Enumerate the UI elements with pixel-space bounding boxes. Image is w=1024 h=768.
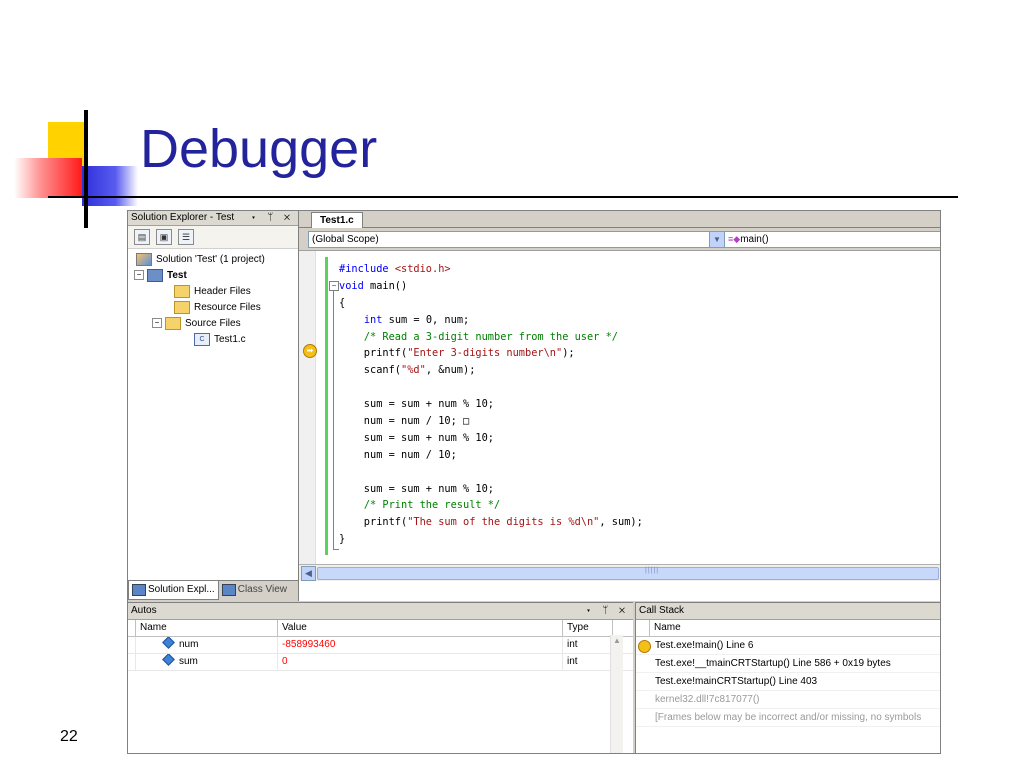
method-icon: ≡◆ bbox=[728, 234, 741, 244]
class-view-icon bbox=[221, 584, 236, 596]
code-line[interactable] bbox=[339, 464, 643, 481]
collapse-icon[interactable]: − bbox=[329, 281, 339, 291]
code-area[interactable]: − ➡ #include <stdio.h> void main(){ int s… bbox=[299, 251, 940, 581]
code-line[interactable]: void main() bbox=[339, 278, 643, 295]
project-icon bbox=[147, 268, 163, 282]
code-line[interactable]: { bbox=[339, 295, 643, 312]
autos-title: Autos bbox=[131, 605, 157, 616]
open-folder-icon bbox=[165, 316, 181, 330]
folder-icon bbox=[174, 300, 190, 314]
column-type[interactable]: Type bbox=[563, 620, 613, 636]
column-value[interactable]: Value bbox=[278, 620, 563, 636]
decoration-horizontal-line bbox=[48, 196, 958, 198]
code-line[interactable]: #include <stdio.h> bbox=[339, 261, 643, 278]
slide-number: 22 bbox=[60, 728, 78, 745]
code-line[interactable]: sum = sum + num % 10; bbox=[339, 481, 643, 498]
solution-explorer-titlebar[interactable]: Solution Explorer - Test ▾ ᛘ ✕ bbox=[128, 211, 298, 226]
solution-tree: Solution 'Test' (1 project) − Test Header… bbox=[128, 249, 298, 348]
folder-icon bbox=[174, 284, 190, 298]
decoration-red-bar bbox=[14, 158, 82, 198]
call-stack-frame[interactable]: [Frames below may be incorrect and/or mi… bbox=[636, 709, 940, 727]
properties-icon[interactable]: ▤ bbox=[134, 229, 150, 245]
breakpoint-gutter[interactable] bbox=[299, 251, 316, 581]
code-line[interactable]: printf("The sum of the digits is %d\n", … bbox=[339, 514, 643, 531]
call-stack-header: Name bbox=[636, 620, 940, 637]
tree-item-resource-files[interactable]: Resource Files bbox=[128, 300, 298, 316]
collapse-icon[interactable]: − bbox=[134, 270, 144, 281]
chevron-down-icon[interactable]: ▼ bbox=[709, 232, 724, 247]
document-tabs: Test1.c bbox=[299, 211, 940, 228]
code-line[interactable]: int sum = 0, num; bbox=[339, 312, 643, 329]
pane-window-buttons[interactable]: ▾ ᛘ ✕ bbox=[250, 211, 294, 225]
solution-explorer-icon bbox=[132, 584, 146, 596]
call-stack-titlebar[interactable]: Call Stack bbox=[636, 603, 940, 620]
solution-explorer-tabs: Solution Expl... Class View bbox=[128, 580, 298, 601]
navigation-bar: (Global Scope) ▼ ≡◆main() bbox=[299, 228, 940, 251]
outline-end bbox=[333, 549, 339, 550]
visual-studio-window: Solution Explorer - Test ▾ ᛘ ✕ ▤ ▣ ☰ Sol… bbox=[127, 210, 941, 754]
code-editor-pane: Test1.c (Global Scope) ▼ ≡◆main() − ➡ #i… bbox=[299, 211, 940, 601]
c-file-icon: C bbox=[194, 332, 210, 346]
collapse-icon[interactable]: − bbox=[152, 318, 162, 329]
call-stack-frame[interactable]: Test.exe!main() Line 6 bbox=[636, 637, 940, 655]
show-all-files-icon[interactable]: ▣ bbox=[156, 229, 172, 245]
call-stack-title: Call Stack bbox=[639, 605, 685, 616]
variable-icon bbox=[162, 654, 175, 666]
code-line[interactable]: sum = sum + num % 10; bbox=[339, 396, 643, 413]
changed-lines-indicator bbox=[325, 257, 328, 555]
tab-test1-c[interactable]: Test1.c bbox=[311, 212, 363, 228]
horizontal-scrollbar[interactable]: ◀ ||||| bbox=[299, 564, 940, 581]
vertical-scrollbar[interactable]: ▲ bbox=[610, 635, 623, 753]
code-line[interactable]: /* Read a 3-digit number from the user *… bbox=[339, 329, 643, 346]
current-statement-arrow-icon: ➡ bbox=[303, 344, 317, 358]
call-stack-pane: Call Stack Name Test.exe!main() Line 6 T… bbox=[635, 602, 940, 753]
code-line[interactable]: printf("Enter 3-digits number\n"); bbox=[339, 345, 643, 362]
solution-icon bbox=[136, 252, 152, 266]
column-name[interactable]: Name bbox=[650, 620, 940, 636]
solution-explorer-toolbar: ▤ ▣ ☰ bbox=[128, 226, 298, 249]
code-line[interactable]: sum = sum + num % 10; bbox=[339, 430, 643, 447]
code-line[interactable]: /* Print the result */ bbox=[339, 497, 643, 514]
scope-dropdown[interactable]: (Global Scope) ▼ bbox=[308, 231, 725, 248]
solution-explorer-pane: Solution Explorer - Test ▾ ᛘ ✕ ▤ ▣ ☰ Sol… bbox=[128, 211, 299, 601]
autos-pane: Autos ▾ ᛘ ✕ Name Value Type num -8589934… bbox=[128, 602, 633, 753]
source-code: #include <stdio.h> void main(){ int sum =… bbox=[339, 261, 643, 548]
call-stack-frame[interactable]: Test.exe!__tmainCRTStartup() Line 586 + … bbox=[636, 655, 940, 673]
tree-item-header-files[interactable]: Header Files bbox=[128, 284, 298, 300]
code-line[interactable]: num = num / 10; □ bbox=[339, 413, 643, 430]
outline-line bbox=[333, 287, 334, 549]
tree-item-project[interactable]: − Test bbox=[128, 268, 298, 284]
code-line[interactable]: } bbox=[339, 531, 643, 548]
tree-item-test1-c[interactable]: C Test1.c bbox=[128, 332, 298, 348]
call-stack-frame[interactable]: Test.exe!mainCRTStartup() Line 403 bbox=[636, 673, 940, 691]
autos-header: Name Value Type bbox=[128, 620, 633, 637]
scroll-left-icon[interactable]: ◀ bbox=[301, 566, 316, 581]
decoration-vertical-line bbox=[84, 110, 88, 228]
refresh-icon[interactable]: ☰ bbox=[178, 229, 194, 245]
tree-item-source-files[interactable]: − Source Files bbox=[128, 316, 298, 332]
scrollbar-grip-icon: ||||| bbox=[645, 567, 660, 574]
scrollbar-thumb[interactable] bbox=[317, 567, 939, 580]
scroll-up-icon[interactable]: ▲ bbox=[611, 635, 623, 647]
variable-icon bbox=[162, 637, 175, 649]
code-line[interactable] bbox=[339, 379, 643, 396]
column-name[interactable]: Name bbox=[136, 620, 278, 636]
autos-titlebar[interactable]: Autos ▾ ᛘ ✕ bbox=[128, 603, 633, 620]
slide-title: Debugger bbox=[140, 119, 378, 179]
current-frame-arrow-icon bbox=[638, 640, 651, 653]
call-stack-frame[interactable]: kernel32.dll!7c817077() bbox=[636, 691, 940, 709]
table-row[interactable]: sum 0 int bbox=[128, 654, 633, 671]
tree-item-solution[interactable]: Solution 'Test' (1 project) bbox=[128, 252, 298, 268]
table-row[interactable]: num -858993460 int bbox=[128, 637, 633, 654]
solution-explorer-title: Solution Explorer - Test bbox=[131, 212, 235, 223]
tab-class-view[interactable]: Class View bbox=[219, 581, 290, 599]
member-dropdown[interactable]: ≡◆main() bbox=[724, 231, 940, 248]
code-line[interactable]: num = num / 10; bbox=[339, 447, 643, 464]
decoration-blue-square bbox=[82, 166, 138, 206]
pane-window-buttons[interactable]: ▾ ᛘ ✕ bbox=[585, 603, 629, 619]
code-line[interactable]: scanf("%d", &num); bbox=[339, 362, 643, 379]
tab-solution-explorer[interactable]: Solution Expl... bbox=[128, 581, 219, 600]
